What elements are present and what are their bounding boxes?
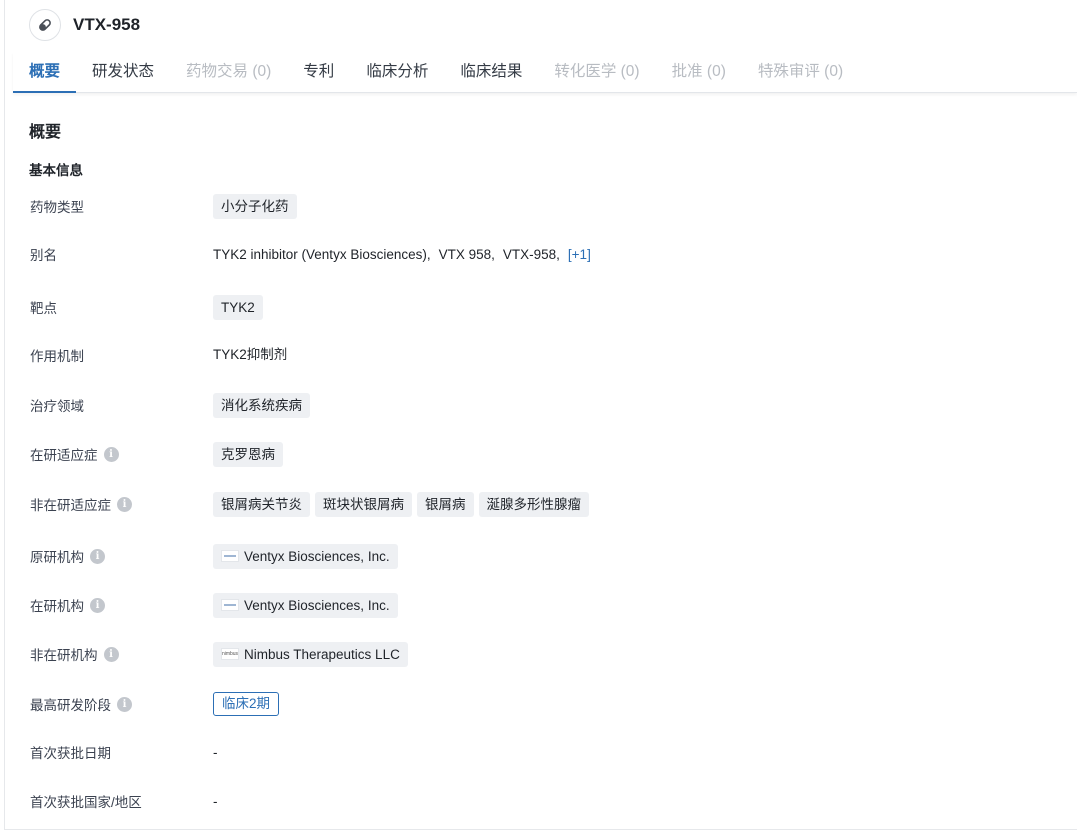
org-tag[interactable]: Ventyx Biosciences, Inc. bbox=[213, 543, 398, 569]
org-name: Ventyx Biosciences, Inc. bbox=[244, 548, 390, 564]
org-tag[interactable]: Ventyx Biosciences, Inc. bbox=[213, 592, 398, 618]
mechanism-value: TYK2抑制剂 bbox=[213, 347, 288, 362]
row-drug-type: 药物类型 小分子化药 bbox=[5, 193, 1077, 219]
alias-item: VTX 958, bbox=[438, 246, 495, 262]
field-label: 非在研机构 bbox=[30, 648, 98, 663]
indication-tag[interactable]: 克罗恩病 bbox=[213, 441, 283, 467]
row-target: 靶点 TYK2 bbox=[5, 294, 1077, 320]
tab-clinical-analysis[interactable]: 临床分析 bbox=[350, 52, 444, 92]
tab-clinical-results[interactable]: 临床结果 bbox=[444, 52, 538, 92]
field-label: 在研机构 bbox=[30, 599, 84, 614]
more-aliases-link[interactable]: [+1] bbox=[568, 247, 591, 262]
row-first-approval-country: 首次获批国家/地区 - bbox=[5, 790, 1077, 812]
field-label: 首次获批国家/地区 bbox=[30, 795, 142, 810]
info-icon[interactable]: i bbox=[90, 548, 105, 564]
org-tag[interactable]: nimbus Nimbus Therapeutics LLC bbox=[213, 641, 408, 667]
row-active-indications: 在研适应症 i 克罗恩病 bbox=[5, 441, 1077, 467]
field-label: 作用机制 bbox=[30, 349, 84, 364]
target-tag[interactable]: TYK2 bbox=[213, 294, 263, 320]
indication-tag[interactable]: 涎腺多形性腺瘤 bbox=[478, 491, 589, 517]
drug-type-tag: 小分子化药 bbox=[213, 193, 297, 219]
row-active-org: 在研机构 i Ventyx Biosciences, Inc. bbox=[5, 592, 1077, 618]
field-label: 治疗领域 bbox=[30, 399, 84, 414]
basic-info-title: 基本信息 bbox=[29, 163, 83, 178]
row-originator: 原研机构 i Ventyx Biosciences, Inc. bbox=[5, 543, 1077, 569]
org-name: Ventyx Biosciences, Inc. bbox=[244, 597, 390, 613]
org-logo bbox=[221, 550, 239, 562]
row-highest-phase: 最高研发阶段 i 临床2期 bbox=[5, 691, 1077, 717]
info-icon[interactable]: i bbox=[117, 496, 132, 512]
row-therapeutic-area: 治疗领域 消化系统疾病 bbox=[5, 392, 1077, 418]
tab-special-review: 特殊审评 (0) bbox=[757, 63, 844, 80]
row-aliases: 别名 TYK2 inhibitor (Ventyx Biosciences), … bbox=[5, 243, 1077, 265]
field-label: 别名 bbox=[30, 248, 57, 263]
field-label: 原研机构 bbox=[30, 550, 84, 565]
first-approval-date-value: - bbox=[213, 744, 218, 760]
first-approval-country-value: - bbox=[213, 793, 218, 809]
field-label: 首次获批日期 bbox=[30, 746, 111, 761]
field-label: 非在研适应症 bbox=[30, 498, 111, 513]
field-label: 在研适应症 bbox=[30, 448, 98, 463]
tab-translational: 转化医学 (0) bbox=[554, 63, 640, 80]
info-icon[interactable]: i bbox=[103, 646, 119, 662]
row-inactive-org: 非在研机构 i nimbus Nimbus Therapeutics LLC bbox=[5, 641, 1077, 667]
therapeutic-area-tag[interactable]: 消化系统疾病 bbox=[213, 392, 310, 418]
info-icon[interactable]: i bbox=[117, 696, 132, 712]
info-icon[interactable]: i bbox=[103, 446, 119, 462]
row-first-approval-date: 首次获批日期 - bbox=[5, 741, 1077, 763]
tab-approvals: 批准 (0) bbox=[671, 63, 726, 80]
field-label: 靶点 bbox=[30, 301, 57, 316]
alias-item: TYK2 inhibitor (Ventyx Biosciences), bbox=[213, 246, 431, 262]
drug-detail-panel: VTX-958 概要 研发状态 药物交易 (0) 专利 临床分析 临床结果 转化… bbox=[4, 0, 1077, 830]
pill-icon bbox=[29, 9, 61, 41]
field-label: 药物类型 bbox=[30, 200, 84, 215]
indication-tag[interactable]: 银屑病 bbox=[417, 491, 474, 517]
section-title: 概要 bbox=[29, 124, 62, 141]
org-name: Nimbus Therapeutics LLC bbox=[244, 646, 400, 662]
tab-overview[interactable]: 概要 bbox=[13, 52, 77, 93]
row-mechanism: 作用机制 TYK2抑制剂 bbox=[5, 344, 1077, 366]
drug-header: VTX-958 bbox=[29, 8, 140, 42]
indication-tag[interactable]: 斑块状银屑病 bbox=[315, 491, 412, 517]
org-logo: nimbus bbox=[221, 648, 239, 660]
phase-badge: 临床2期 bbox=[213, 692, 280, 716]
tab-rd-status[interactable]: 研发状态 bbox=[76, 52, 170, 92]
info-icon[interactable]: i bbox=[90, 597, 105, 613]
alias-item: VTX-958, bbox=[502, 246, 560, 262]
drug-title: VTX-958 bbox=[73, 15, 141, 34]
org-logo bbox=[221, 599, 239, 611]
tab-deals: 药物交易 (0) bbox=[186, 63, 272, 80]
indication-tag[interactable]: 银屑病关节炎 bbox=[213, 491, 310, 517]
field-label: 最高研发阶段 bbox=[30, 698, 111, 713]
tab-patents[interactable]: 专利 bbox=[287, 52, 350, 92]
row-inactive-indications: 非在研适应症 i 银屑病关节炎 斑块状银屑病 银屑病 涎腺多形性腺瘤 bbox=[5, 491, 1077, 517]
tab-bar: 概要 研发状态 药物交易 (0) 专利 临床分析 临床结果 转化医学 (0) 批… bbox=[13, 52, 1077, 93]
